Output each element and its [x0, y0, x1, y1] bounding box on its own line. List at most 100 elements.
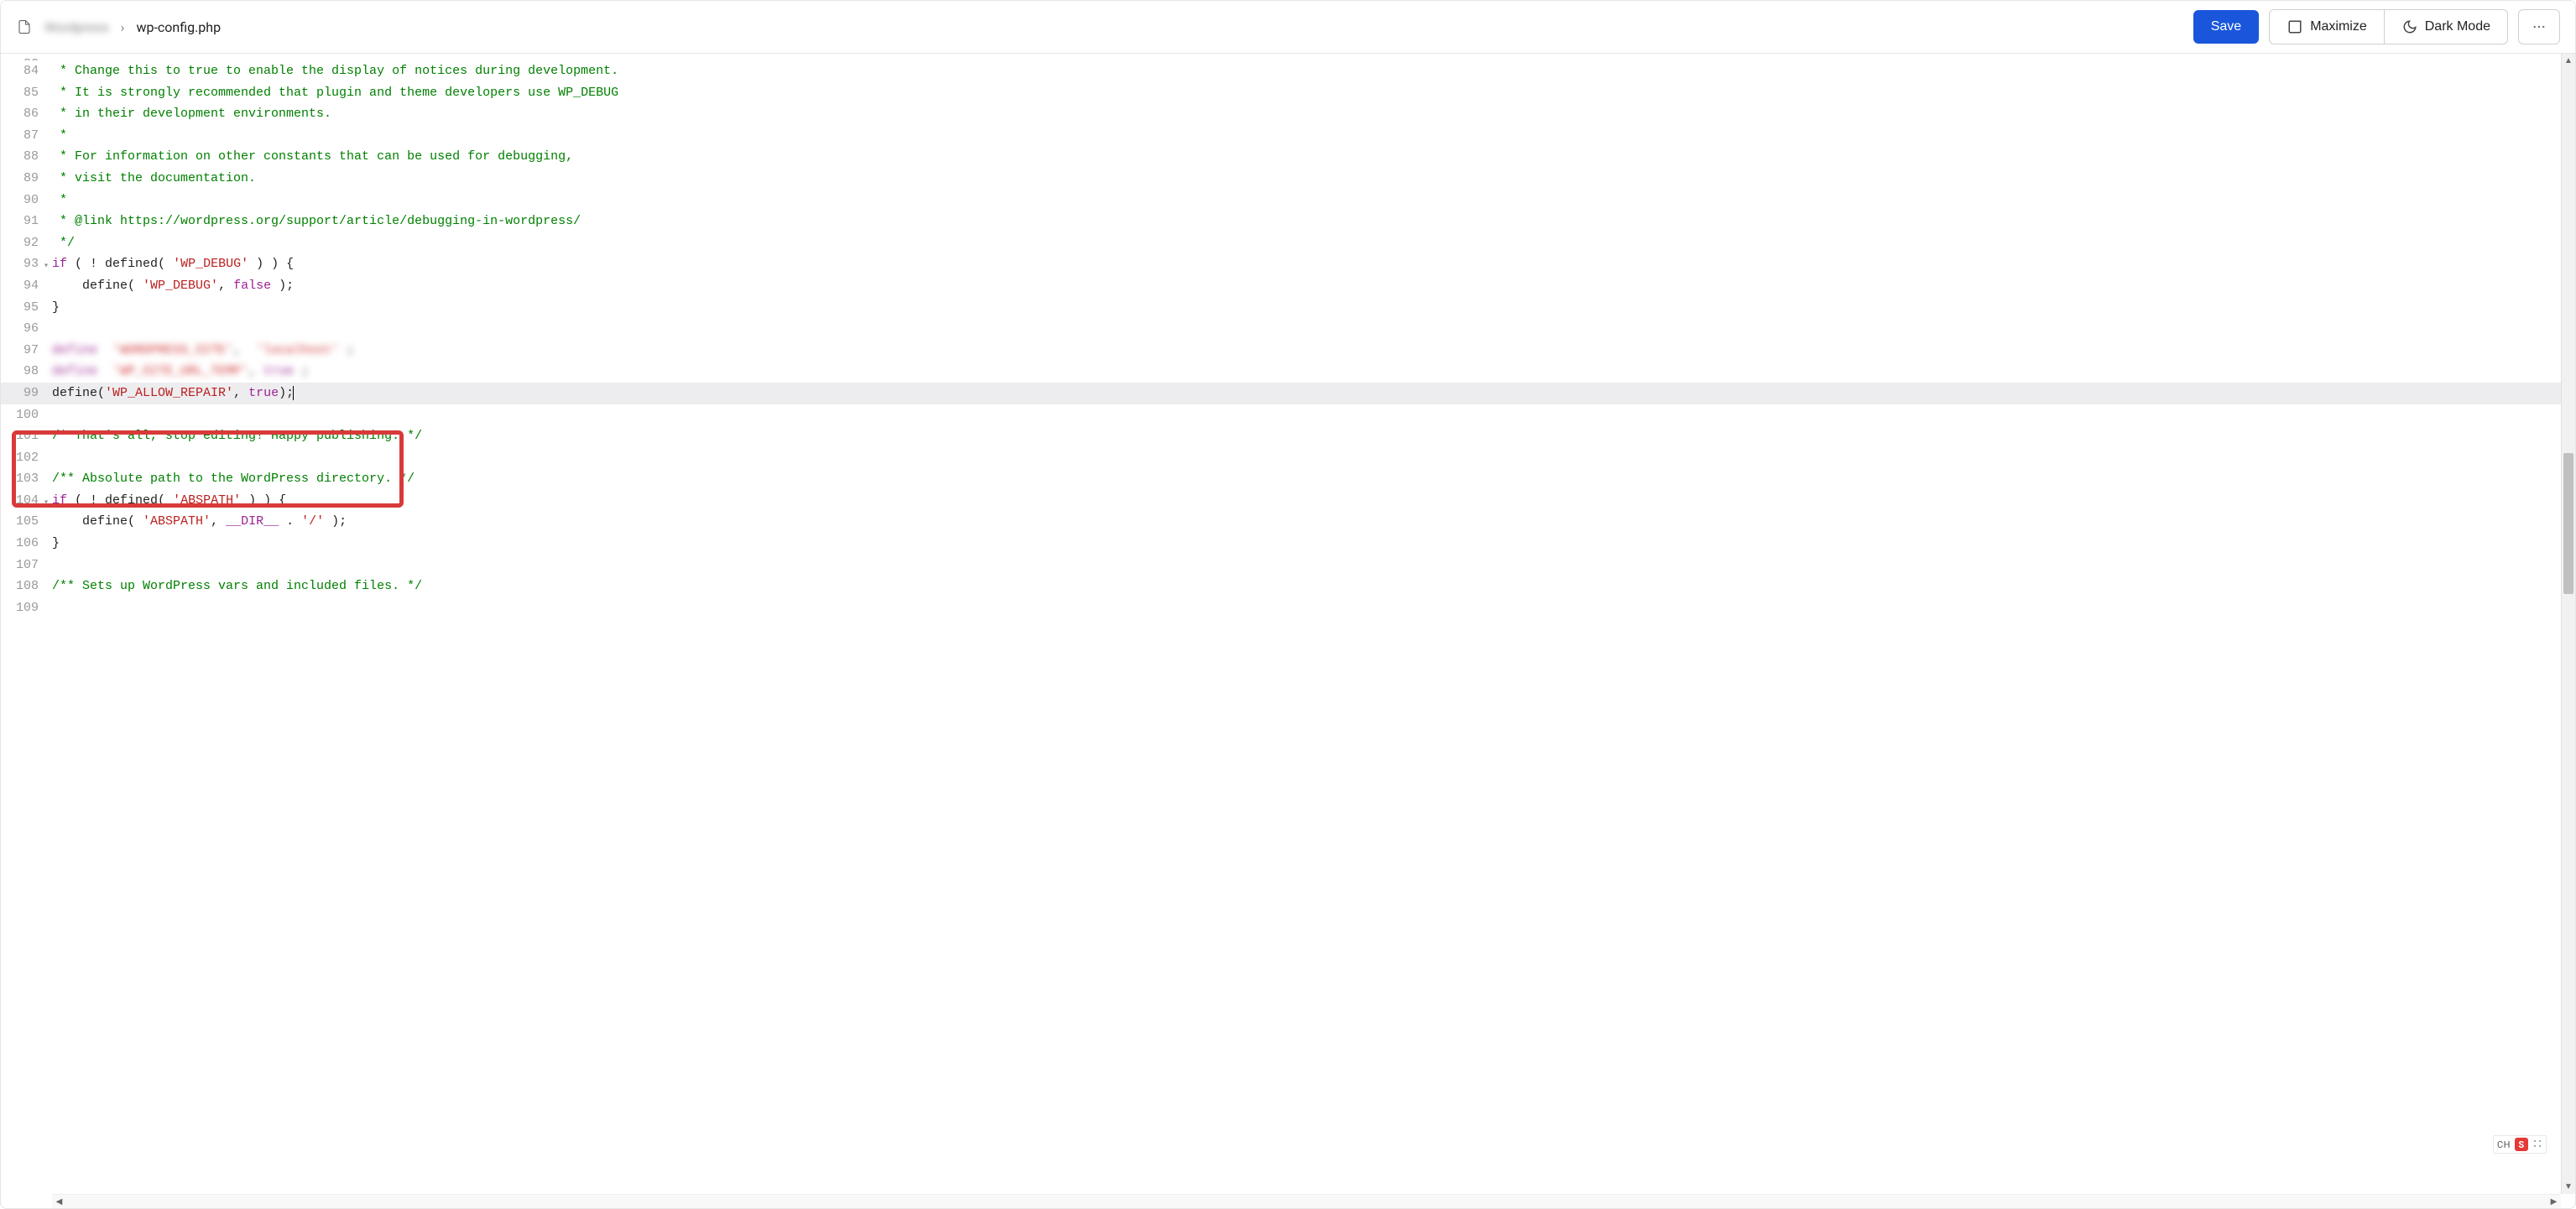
line-number: 87: [1, 125, 47, 147]
code-content[interactable]: define( 'ABSPATH', __DIR__ . '/' );: [47, 511, 2561, 533]
code-content[interactable]: define 'WORDPRESS_SITE', 'localhost' ;: [47, 340, 2561, 362]
ime-language: CH: [2497, 1139, 2511, 1150]
scroll-up-arrow-icon[interactable]: ▲: [2562, 54, 2575, 68]
text-cursor: [293, 386, 294, 400]
code-content[interactable]: [47, 404, 2561, 426]
code-line[interactable]: 98define 'WP_SITE_URL_TEMP', true ;: [1, 361, 2561, 383]
code-content[interactable]: * @link https://wordpress.org/support/ar…: [47, 211, 2561, 232]
maximize-icon: [2287, 18, 2303, 35]
line-number: 99: [1, 383, 47, 404]
code-content[interactable]: }: [47, 297, 2561, 319]
scroll-left-arrow-icon[interactable]: ◀: [52, 1195, 66, 1208]
code-content[interactable]: [47, 318, 2561, 340]
code-content[interactable]: if ( ! defined( 'WP_DEBUG' ) ) {: [47, 253, 2561, 275]
editor-area: 8384 * Change this to true to enable the…: [1, 54, 2575, 1194]
code-content[interactable]: * For information on other constants tha…: [47, 146, 2561, 168]
ime-badge: S: [2515, 1138, 2528, 1151]
line-number: 96: [1, 318, 47, 340]
line-number: 95: [1, 297, 47, 319]
code-line[interactable]: 89 * visit the documentation.: [1, 168, 2561, 190]
code-line[interactable]: 104▾if ( ! defined( 'ABSPATH' ) ) {: [1, 490, 2561, 512]
code-line[interactable]: 92 */: [1, 232, 2561, 254]
code-content[interactable]: *: [47, 190, 2561, 211]
code-line[interactable]: 84 * Change this to true to enable the d…: [1, 60, 2561, 82]
code-content[interactable]: if ( ! defined( 'ABSPATH' ) ) {: [47, 490, 2561, 512]
toolbar: Wordpress › wp-config.php Save Maximize …: [1, 1, 2575, 54]
more-horizontal-icon: [2531, 18, 2547, 35]
line-number: 88: [1, 146, 47, 168]
code-content[interactable]: define 'WP_SITE_URL_TEMP', true ;: [47, 361, 2561, 383]
code-line[interactable]: 108/** Sets up WordPress vars and includ…: [1, 576, 2561, 597]
code-line[interactable]: 86 * in their development environments.: [1, 103, 2561, 125]
line-number: 89: [1, 168, 47, 190]
maximize-button[interactable]: Maximize: [2269, 9, 2384, 44]
line-number: 97: [1, 340, 47, 362]
ime-expand-icon: [2532, 1139, 2542, 1151]
code-content[interactable]: * in their development environments.: [47, 103, 2561, 125]
code-content[interactable]: [47, 54, 2561, 60]
maximize-label: Maximize: [2310, 19, 2367, 34]
code-content[interactable]: /** Absolute path to the WordPress direc…: [47, 468, 2561, 490]
code-content[interactable]: /** Sets up WordPress vars and included …: [47, 576, 2561, 597]
code-line[interactable]: 96: [1, 318, 2561, 340]
code-content[interactable]: }: [47, 533, 2561, 555]
save-button[interactable]: Save: [2193, 10, 2259, 44]
toolbar-actions: Save Maximize Dark Mode: [2193, 9, 2560, 44]
code-line[interactable]: 101/* That's all, stop editing! Happy pu…: [1, 425, 2561, 447]
code-line[interactable]: 85 * It is strongly recommended that plu…: [1, 82, 2561, 104]
file-icon: [16, 18, 33, 36]
code-content[interactable]: * Change this to true to enable the disp…: [47, 60, 2561, 82]
breadcrumb-filename[interactable]: wp-config.php: [136, 19, 221, 35]
line-number: 94: [1, 275, 47, 297]
code-line[interactable]: 94 define( 'WP_DEBUG', false );: [1, 275, 2561, 297]
code-line[interactable]: 105 define( 'ABSPATH', __DIR__ . '/' );: [1, 511, 2561, 533]
line-number: 103: [1, 468, 47, 490]
moon-icon: [2401, 18, 2418, 35]
ime-indicator[interactable]: CH S: [2493, 1135, 2547, 1154]
code-content[interactable]: [47, 597, 2561, 619]
scroll-right-arrow-icon[interactable]: ▶: [2547, 1195, 2561, 1208]
scrollbar-thumb[interactable]: [2563, 453, 2573, 594]
code-line[interactable]: 107: [1, 555, 2561, 576]
chevron-right-icon: ›: [121, 19, 125, 35]
code-content[interactable]: define('WP_ALLOW_REPAIR', true);: [47, 383, 2561, 404]
code-content[interactable]: * It is strongly recommended that plugin…: [47, 82, 2561, 104]
code-line[interactable]: 102: [1, 447, 2561, 469]
code-line[interactable]: 100: [1, 404, 2561, 426]
vertical-scrollbar[interactable]: ▲ ▼: [2561, 54, 2575, 1194]
code-line[interactable]: 97define 'WORDPRESS_SITE', 'localhost' ;: [1, 340, 2561, 362]
code-line[interactable]: 106}: [1, 533, 2561, 555]
code-content[interactable]: define( 'WP_DEBUG', false );: [47, 275, 2561, 297]
code-content[interactable]: */: [47, 232, 2561, 254]
code-line[interactable]: 103/** Absolute path to the WordPress di…: [1, 468, 2561, 490]
more-options-button[interactable]: [2518, 9, 2560, 44]
code-line[interactable]: 91 * @link https://wordpress.org/support…: [1, 211, 2561, 232]
line-number: 102: [1, 447, 47, 469]
code-line[interactable]: 95}: [1, 297, 2561, 319]
line-number: 101: [1, 425, 47, 447]
code-content[interactable]: /* That's all, stop editing! Happy publi…: [47, 425, 2561, 447]
line-number: 86: [1, 103, 47, 125]
code-content[interactable]: *: [47, 125, 2561, 147]
code-content[interactable]: [47, 447, 2561, 469]
line-number: 109: [1, 597, 47, 619]
line-number: 93▾: [1, 253, 47, 275]
code-line[interactable]: 90 *: [1, 190, 2561, 211]
code-line[interactable]: 87 *: [1, 125, 2561, 147]
code-line[interactable]: 83: [1, 54, 2561, 60]
code-content[interactable]: * visit the documentation.: [47, 168, 2561, 190]
code-line[interactable]: 93▾if ( ! defined( 'WP_DEBUG' ) ) {: [1, 253, 2561, 275]
horizontal-scrollbar[interactable]: ◀ ▶: [52, 1194, 2561, 1208]
code-line[interactable]: 109: [1, 597, 2561, 619]
line-number: 84: [1, 60, 47, 82]
breadcrumb-parent[interactable]: Wordpress: [44, 19, 109, 35]
scroll-down-arrow-icon[interactable]: ▼: [2562, 1180, 2575, 1194]
line-number: 100: [1, 404, 47, 426]
darkmode-button[interactable]: Dark Mode: [2384, 9, 2508, 44]
line-number: 91: [1, 211, 47, 232]
code-content[interactable]: [47, 555, 2561, 576]
code-pane[interactable]: 8384 * Change this to true to enable the…: [1, 54, 2561, 1194]
code-line[interactable]: 99define('WP_ALLOW_REPAIR', true);: [1, 383, 2561, 404]
code-line[interactable]: 88 * For information on other constants …: [1, 146, 2561, 168]
breadcrumb: Wordpress › wp-config.php: [16, 18, 221, 36]
